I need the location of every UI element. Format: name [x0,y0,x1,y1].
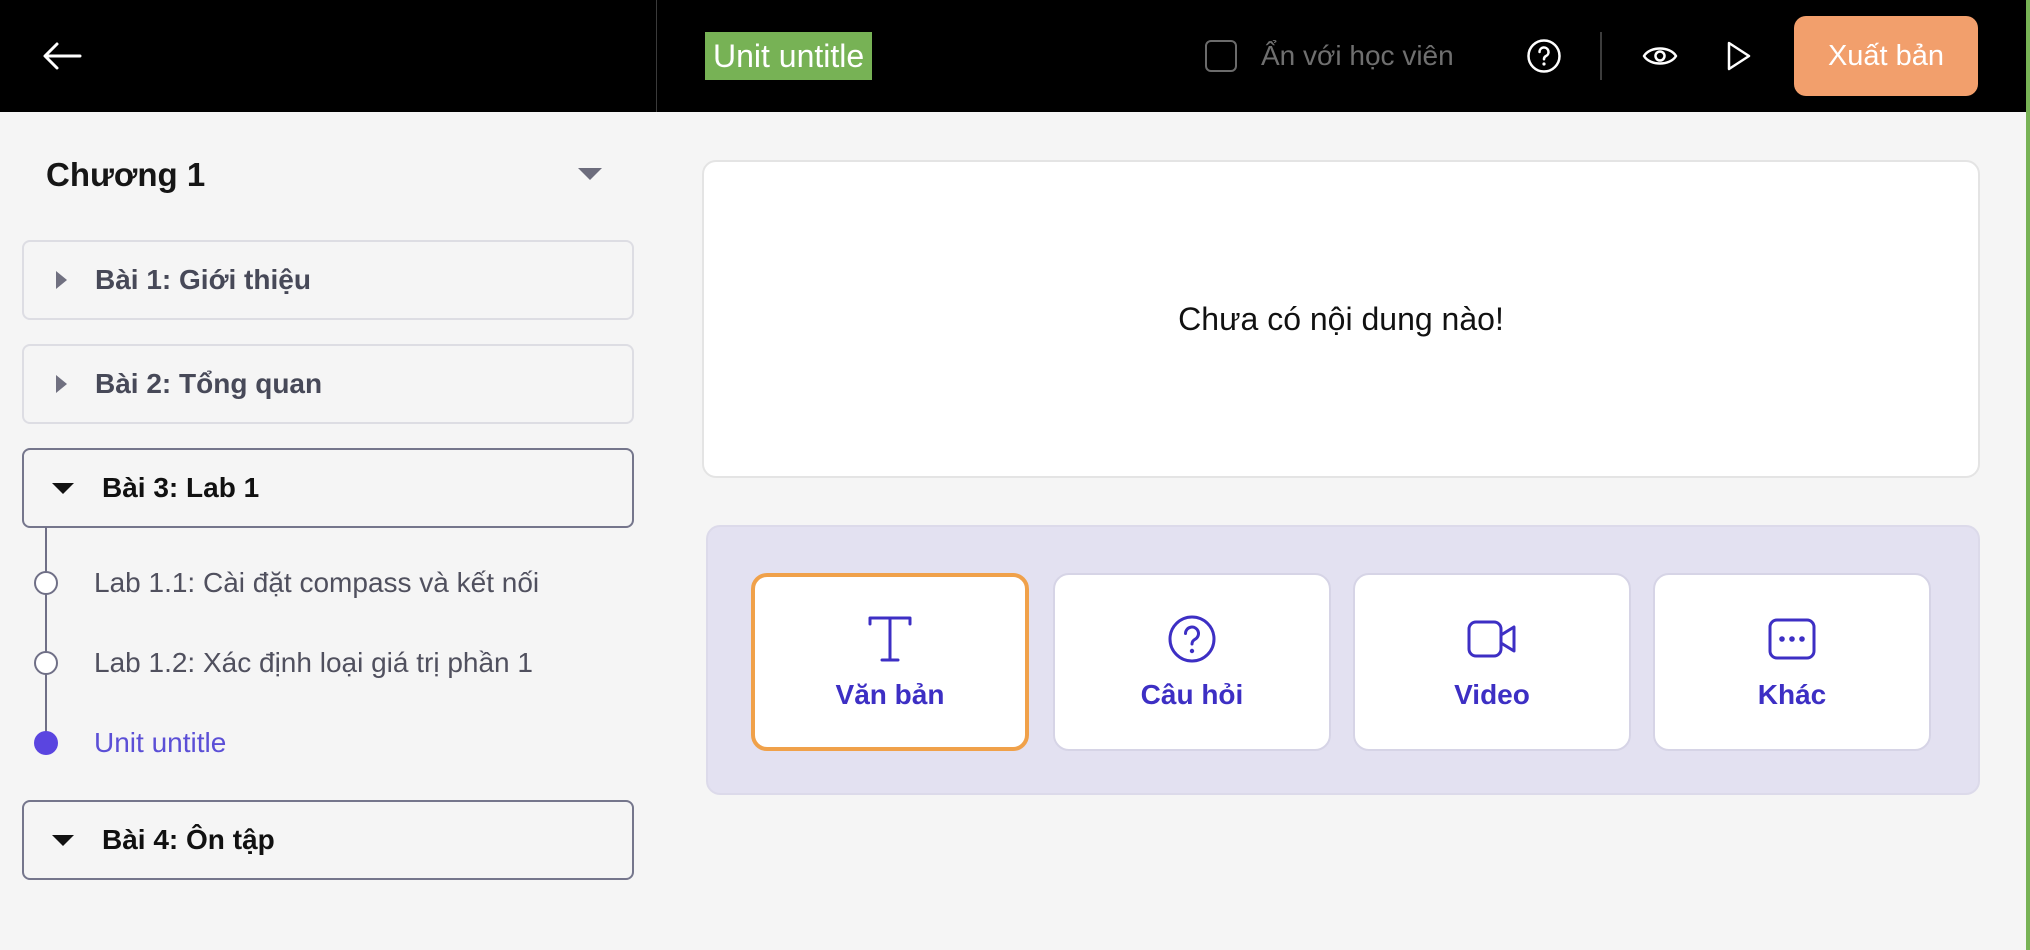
lesson-label: Bài 1: Giới thiệu [95,264,311,295]
lesson-3[interactable]: Bài 3: Lab 1 [22,448,634,528]
hide-label: Ẩn với học viên [1261,40,1454,71]
add-video-button[interactable]: Video [1353,573,1631,751]
caret-down-icon [52,482,74,494]
publish-button[interactable]: Xuất bản [1794,16,1978,96]
unit-label: Unit untitle [94,727,227,758]
unit-title-input[interactable]: Unit untitle [705,32,873,80]
add-content-panel: Văn bản Câu hỏi Video Khác [706,525,1980,795]
preview-button[interactable] [1640,36,1680,76]
caret-down-icon [52,834,74,846]
content-area: Chưa có nội dung nào! [702,160,1980,478]
caret-right-icon [56,271,67,289]
lesson-label: Bài 2: Tổng quan [95,368,323,399]
chapter-dropdown-icon[interactable] [578,168,602,180]
back-button[interactable] [36,30,88,82]
unit-dot-icon [34,651,58,675]
arrow-left-icon [43,42,82,70]
play-icon [1727,41,1751,71]
unit-label: Lab 1.1: Cài đặt compass và kết nối [94,567,540,598]
caret-right-icon [56,375,67,393]
lesson-label: Bài 3: Lab 1 [102,472,260,503]
chapter-title: Chương 1 [46,156,206,193]
empty-message: Chưa có nội dung nào! [1178,300,1504,337]
top-bar: Unit untitle Ẩn với học viên Xuất bản [0,0,2026,112]
lesson-4[interactable]: Bài 4: Ôn tập [22,800,634,880]
lesson-2[interactable]: Bài 2: Tổng quan [22,344,634,424]
help-button[interactable] [1526,38,1562,74]
add-text-button[interactable]: Văn bản [751,573,1029,751]
video-icon [1467,620,1516,658]
tool-label: Văn bản [835,679,945,710]
hide-checkbox[interactable] [1205,40,1237,72]
hide-from-students[interactable]: Ẩn với học viên [1205,36,1454,76]
tool-label: Câu hỏi [1140,679,1244,710]
unit-item-active[interactable]: Unit untitle [34,723,226,763]
help-icon [1527,39,1561,73]
play-button[interactable] [1718,36,1758,76]
tool-label: Video [1454,679,1530,710]
text-icon [868,616,912,662]
unit-tree-line [45,527,47,745]
lesson-label: Bài 4: Ôn tập [102,824,275,855]
lesson-1[interactable]: Bài 1: Giới thiệu [22,240,634,320]
unit-dot-icon [34,571,58,595]
unit-item[interactable]: Lab 1.1: Cài đặt compass và kết nối [34,563,539,603]
eye-icon [1642,47,1678,65]
unit-item[interactable]: Lab 1.2: Xác định loại giá trị phần 1 [34,643,533,683]
tool-label: Khác [1757,679,1827,710]
add-question-button[interactable]: Câu hỏi [1053,573,1331,751]
toolbar-separator [1600,32,1602,80]
unit-label: Lab 1.2: Xác định loại giá trị phần 1 [94,647,533,678]
more-icon [1768,618,1816,660]
unit-dot-active-icon [34,731,58,755]
question-icon [1168,615,1216,663]
window-edge [2026,0,2030,950]
add-other-button[interactable]: Khác [1653,573,1931,751]
top-divider [656,0,657,112]
